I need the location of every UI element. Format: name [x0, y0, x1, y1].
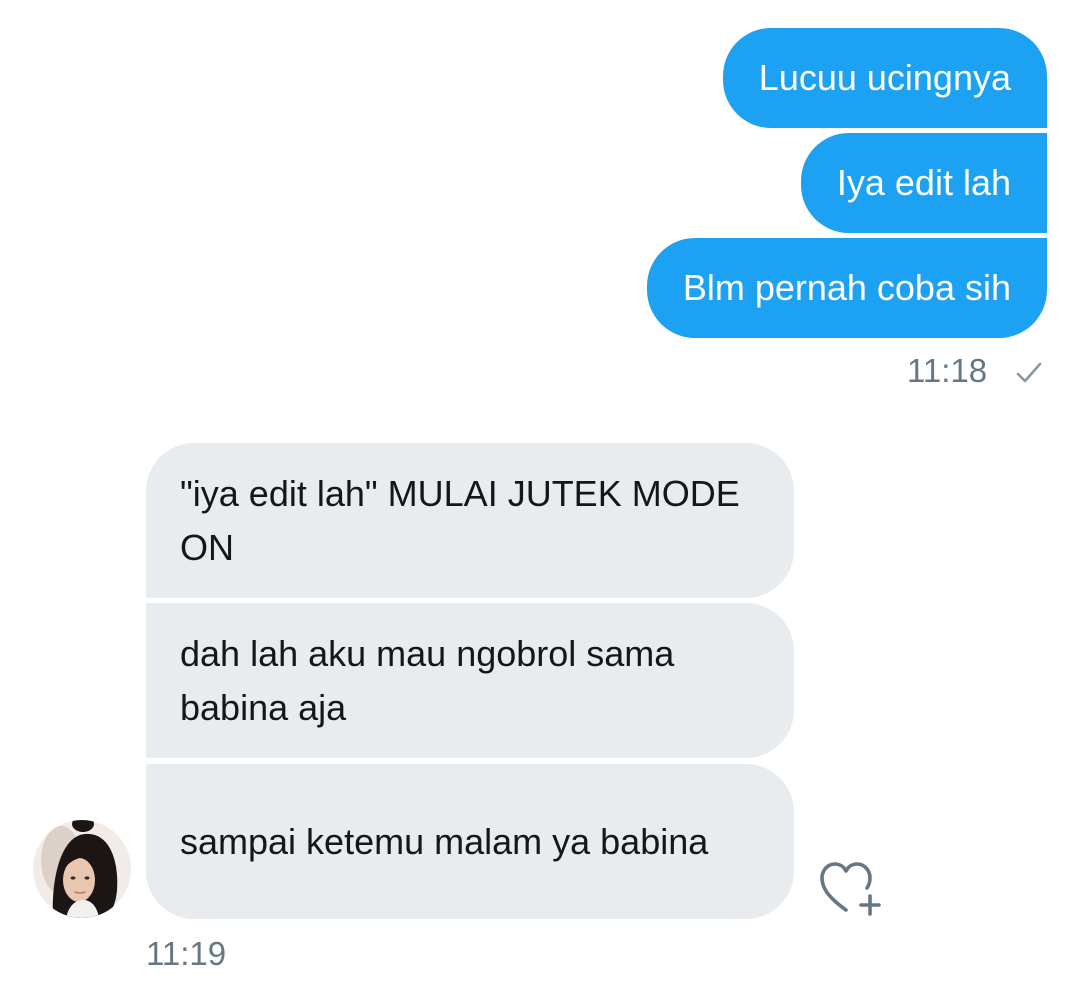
- incoming-message-bubble[interactable]: dah lah aku mau ngobrol sama babina aja: [146, 603, 794, 758]
- outgoing-message-bubble[interactable]: Blm pernah coba sih: [646, 238, 1047, 338]
- message-text: Lucuu ucingnya: [758, 57, 1011, 98]
- avatar-image: [33, 820, 131, 918]
- incoming-message-bubble[interactable]: sampai ketemu malam ya babina: [146, 764, 794, 919]
- user-avatar[interactable]: [33, 820, 131, 918]
- outgoing-message-bubble[interactable]: Iya edit lah: [800, 133, 1047, 233]
- outgoing-message-bubble[interactable]: Lucuu ucingnya: [722, 28, 1047, 128]
- message-text: sampai ketemu malam ya babina: [180, 820, 709, 862]
- checkmark-icon: [1016, 362, 1042, 383]
- incoming-timestamp: 11:19: [146, 935, 227, 972]
- incoming-message-bubble[interactable]: "iya edit lah" MULAI JUTEK MODE ON: [146, 443, 794, 598]
- message-text: dah lah aku mau ngobrol sama babina aja: [180, 632, 675, 728]
- message-text: Iya edit lah: [836, 162, 1011, 203]
- message-text: Blm pernah coba sih: [682, 267, 1011, 308]
- heart-plus-icon[interactable]: [818, 858, 884, 918]
- outgoing-timestamp: 11:18: [907, 352, 988, 389]
- message-text: "iya edit lah" MULAI JUTEK MODE ON: [180, 472, 740, 568]
